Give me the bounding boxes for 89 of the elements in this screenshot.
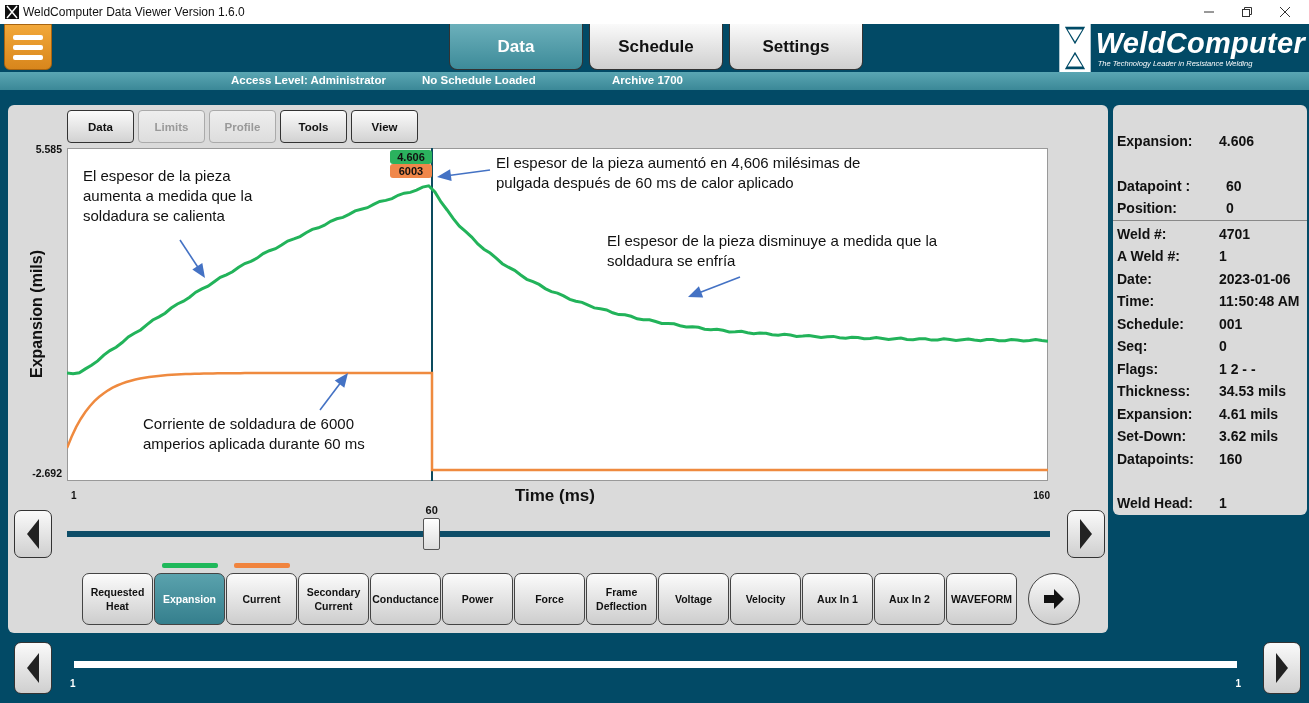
menu-icon: [13, 34, 43, 60]
channel-button[interactable]: Voltage: [658, 573, 729, 625]
readout-label: Position:: [1117, 200, 1178, 217]
menu-button[interactable]: [4, 24, 52, 70]
readout-value: 0: [1219, 338, 1227, 355]
cursor-value: 4.606: [390, 150, 432, 164]
channel-button[interactable]: Aux In 2: [874, 573, 945, 625]
readout-label: Seq:: [1117, 338, 1149, 355]
readout-value: 34.53 mils: [1219, 383, 1286, 400]
axis-title: Time (ms): [514, 485, 595, 506]
status-text: No Schedule Loaded: [422, 74, 536, 86]
slider-value: 60: [424, 504, 439, 516]
readout-value: 1 2 - -: [1219, 360, 1256, 377]
channel-button[interactable]: Current: [226, 573, 297, 625]
channel-button[interactable]: Velocity: [730, 573, 801, 625]
readout-label: Weld Head:: [1117, 495, 1194, 512]
tab[interactable]: Schedule: [589, 24, 723, 70]
channel-button[interactable]: Conductance: [370, 573, 441, 625]
readout-label: A Weld #:: [1117, 248, 1181, 265]
axis-tick-label: 1: [71, 490, 77, 501]
readout-label: Time:: [1117, 293, 1156, 310]
arrow: [319, 373, 348, 411]
previous-button[interactable]: [14, 642, 52, 694]
readout-label: Weld #:: [1117, 225, 1168, 242]
slider-thumb[interactable]: [422, 518, 440, 550]
right-triangle-icon: [1276, 653, 1288, 683]
readout-value: 3.62 mils: [1219, 428, 1279, 445]
left-triangle-icon: [27, 653, 39, 683]
readout-value: 4701: [1219, 225, 1251, 242]
navigator-end: 1: [1235, 678, 1241, 689]
next-page-button[interactable]: [1028, 573, 1080, 625]
readout-label: Date:: [1117, 270, 1153, 287]
channel-button[interactable]: Expansion: [154, 573, 225, 625]
right-triangle-icon: [1080, 519, 1092, 549]
channel-button[interactable]: Aux In 1: [802, 573, 873, 625]
previous-button[interactable]: [14, 510, 52, 558]
window-title: WeldComputer Data Viewer Version 1.6.0: [23, 5, 245, 19]
left-triangle-icon: [27, 519, 39, 549]
readout-value: 160: [1219, 450, 1243, 467]
channel-button[interactable]: Power: [442, 573, 513, 625]
annotation-text: El espesor de la pieza aumentó en 4,606 milésimas de pulgada después de 60 ms de calor aplicado: [496, 153, 862, 193]
status-text: Archive 1700: [612, 74, 683, 86]
next-button[interactable]: [1263, 642, 1301, 694]
readout-label: Expansion:: [1117, 133, 1194, 150]
restore-icon[interactable]: [1241, 6, 1253, 18]
axis-tick-label: 160: [1033, 490, 1050, 501]
readout-value: 2023-01-06: [1219, 270, 1291, 287]
annotation-text: Corriente de soldadura de 6000 amperios aplicada durante 60 ms: [143, 414, 366, 454]
readout-label: Schedule:: [1117, 315, 1185, 332]
navigator-track[interactable]: [74, 661, 1237, 668]
arrow: [179, 239, 205, 278]
readout-value: 1: [1219, 248, 1227, 265]
toolbar-button[interactable]: Data: [67, 110, 134, 143]
tab[interactable]: Settings: [729, 24, 863, 70]
axis-tick-label: -2.692: [32, 467, 62, 479]
app-icon: [5, 5, 19, 19]
axis-tick-label: 5.585: [35, 143, 62, 155]
readout-value: 001: [1219, 315, 1243, 332]
readout-label: Flags:: [1117, 360, 1160, 377]
readout-value: 1: [1219, 495, 1227, 512]
right-arrow-icon: [1042, 587, 1066, 611]
readout-label: Expansion:: [1117, 405, 1194, 422]
logo-wordmark: WeldComputer: [1095, 28, 1305, 59]
next-button[interactable]: [1067, 510, 1105, 558]
status-text: Access Level: Administrator: [231, 74, 386, 86]
readout-label: Set-Down:: [1117, 428, 1188, 445]
toolbar-button[interactable]: View: [351, 110, 418, 143]
readout-label: Datapoint :: [1117, 177, 1192, 194]
toolbar-button[interactable]: Tools: [280, 110, 347, 143]
readout-label: Datapoints:: [1117, 450, 1195, 467]
cursor-value: 6003: [390, 164, 432, 178]
navigator-start: 1: [70, 678, 76, 689]
annotation-text: El espesor de la pieza disminuye a medida que la soldadura se enfría: [607, 231, 939, 271]
readout-label: Thickness:: [1117, 383, 1192, 400]
channel-button[interactable]: WAVEFORM: [946, 573, 1017, 625]
axis-title: Expansion (mils): [28, 250, 46, 378]
channel-button[interactable]: Frame Deflection: [586, 573, 657, 625]
channel-button[interactable]: Force: [514, 573, 585, 625]
readout-value: 4.606: [1219, 133, 1255, 150]
arrow: [688, 276, 741, 298]
channel-button[interactable]: Requested Heat: [82, 573, 153, 625]
arrow: [437, 169, 491, 182]
annotation-text: El espesor de la pieza aumenta a medida que la soldadura se calienta: [83, 166, 254, 226]
close-icon[interactable]: [1279, 6, 1291, 18]
readout-value: 4.61 mils: [1219, 405, 1279, 422]
readout-value: 0: [1225, 200, 1234, 217]
readout-value: 60: [1225, 177, 1242, 194]
readout-value: 11:50:48 AM: [1219, 293, 1300, 310]
channel-button[interactable]: Secondary Current: [298, 573, 369, 625]
